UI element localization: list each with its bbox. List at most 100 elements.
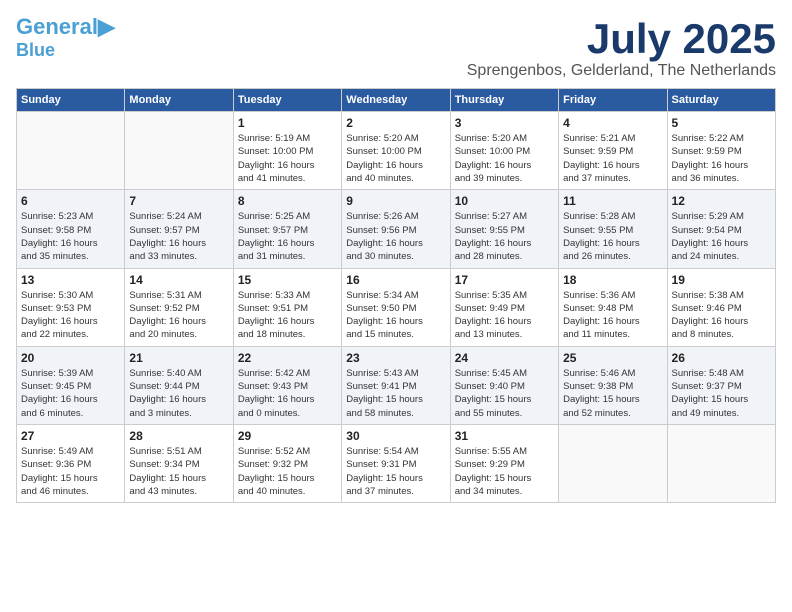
day-detail: Sunrise: 5:27 AM Sunset: 9:55 PM Dayligh… (455, 210, 554, 263)
day-number: 12 (672, 194, 771, 208)
calendar-table: SundayMondayTuesdayWednesdayThursdayFrid… (16, 88, 776, 503)
title-block: July 2025 Sprengenbos, Gelderland, The N… (467, 16, 776, 80)
day-number: 11 (563, 194, 662, 208)
day-detail: Sunrise: 5:38 AM Sunset: 9:46 PM Dayligh… (672, 289, 771, 342)
calendar-cell: 2 Sunrise: 5:20 AM Sunset: 10:00 PM Dayli… (342, 112, 450, 190)
calendar-cell: 15Sunrise: 5:33 AM Sunset: 9:51 PM Dayli… (233, 268, 341, 346)
day-number: 27 (21, 429, 120, 443)
logo-general: General (16, 14, 98, 39)
day-number: 1 (238, 116, 337, 130)
day-number: 6 (21, 194, 120, 208)
calendar-cell: 29 Sunrise: 5:52 AM Sunset: 9:32 PM Dayli… (233, 424, 341, 502)
column-header-friday: Friday (559, 89, 667, 112)
calendar-cell: 5Sunrise: 5:22 AM Sunset: 9:59 PM Daylig… (667, 112, 775, 190)
calendar-cell: 21 Sunrise: 5:40 AM Sunset: 9:44 PM Dayli… (125, 346, 233, 424)
day-detail: Sunrise: 5:23 AM Sunset: 9:58 PM Dayligh… (21, 210, 120, 263)
calendar-week-row: 20 Sunrise: 5:39 AM Sunset: 9:45 PM Dayli… (17, 346, 776, 424)
day-number: 30 (346, 429, 445, 443)
calendar-cell: 26 Sunrise: 5:48 AM Sunset: 9:37 PM Dayli… (667, 346, 775, 424)
month-title: July 2025 (467, 16, 776, 62)
day-number: 28 (129, 429, 228, 443)
logo: General▶ Blue (16, 16, 115, 60)
calendar-cell: 1 Sunrise: 5:19 AM Sunset: 10:00 PM Dayli… (233, 112, 341, 190)
column-header-tuesday: Tuesday (233, 89, 341, 112)
day-number: 31 (455, 429, 554, 443)
calendar-cell: 27 Sunrise: 5:49 AM Sunset: 9:36 PM Dayli… (17, 424, 125, 502)
day-detail: Sunrise: 5:49 AM Sunset: 9:36 PM Dayligh… (21, 445, 120, 498)
calendar-cell: 25Sunrise: 5:46 AM Sunset: 9:38 PM Dayli… (559, 346, 667, 424)
calendar-cell: 23 Sunrise: 5:43 AM Sunset: 9:41 PM Dayli… (342, 346, 450, 424)
day-detail: Sunrise: 5:29 AM Sunset: 9:54 PM Dayligh… (672, 210, 771, 263)
day-detail: Sunrise: 5:20 AM Sunset: 10:00 PM Daylig… (455, 132, 554, 185)
calendar-week-row: 6 Sunrise: 5:23 AM Sunset: 9:58 PM Daylig… (17, 190, 776, 268)
day-detail: Sunrise: 5:40 AM Sunset: 9:44 PM Dayligh… (129, 367, 228, 420)
day-detail: Sunrise: 5:39 AM Sunset: 9:45 PM Dayligh… (21, 367, 120, 420)
day-number: 16 (346, 273, 445, 287)
day-detail: Sunrise: 5:26 AM Sunset: 9:56 PM Dayligh… (346, 210, 445, 263)
calendar-cell: 6 Sunrise: 5:23 AM Sunset: 9:58 PM Daylig… (17, 190, 125, 268)
day-number: 23 (346, 351, 445, 365)
day-number: 10 (455, 194, 554, 208)
calendar-cell: 20 Sunrise: 5:39 AM Sunset: 9:45 PM Dayli… (17, 346, 125, 424)
day-detail: Sunrise: 5:28 AM Sunset: 9:55 PM Dayligh… (563, 210, 662, 263)
day-number: 13 (21, 273, 120, 287)
day-detail: Sunrise: 5:33 AM Sunset: 9:51 PM Dayligh… (238, 289, 337, 342)
day-detail: Sunrise: 5:34 AM Sunset: 9:50 PM Dayligh… (346, 289, 445, 342)
page-header: General▶ Blue July 2025 Sprengenbos, Gel… (16, 16, 776, 80)
day-detail: Sunrise: 5:19 AM Sunset: 10:00 PM Daylig… (238, 132, 337, 185)
day-detail: Sunrise: 5:54 AM Sunset: 9:31 PM Dayligh… (346, 445, 445, 498)
calendar-cell: 3 Sunrise: 5:20 AM Sunset: 10:00 PM Dayli… (450, 112, 558, 190)
day-detail: Sunrise: 5:30 AM Sunset: 9:53 PM Dayligh… (21, 289, 120, 342)
logo-text: General▶ Blue (16, 16, 115, 60)
day-number: 3 (455, 116, 554, 130)
day-number: 24 (455, 351, 554, 365)
day-detail: Sunrise: 5:20 AM Sunset: 10:00 PM Daylig… (346, 132, 445, 185)
day-detail: Sunrise: 5:24 AM Sunset: 9:57 PM Dayligh… (129, 210, 228, 263)
calendar-cell: 28Sunrise: 5:51 AM Sunset: 9:34 PM Dayli… (125, 424, 233, 502)
day-detail: Sunrise: 5:31 AM Sunset: 9:52 PM Dayligh… (129, 289, 228, 342)
day-detail: Sunrise: 5:52 AM Sunset: 9:32 PM Dayligh… (238, 445, 337, 498)
calendar-cell (17, 112, 125, 190)
day-number: 20 (21, 351, 120, 365)
day-number: 26 (672, 351, 771, 365)
calendar-cell: 9Sunrise: 5:26 AM Sunset: 9:56 PM Daylig… (342, 190, 450, 268)
calendar-header-row: SundayMondayTuesdayWednesdayThursdayFrid… (17, 89, 776, 112)
day-number: 8 (238, 194, 337, 208)
calendar-week-row: 27 Sunrise: 5:49 AM Sunset: 9:36 PM Dayli… (17, 424, 776, 502)
calendar-cell: 10 Sunrise: 5:27 AM Sunset: 9:55 PM Dayli… (450, 190, 558, 268)
day-number: 2 (346, 116, 445, 130)
calendar-cell: 7 Sunrise: 5:24 AM Sunset: 9:57 PM Daylig… (125, 190, 233, 268)
calendar-week-row: 13 Sunrise: 5:30 AM Sunset: 9:53 PM Dayli… (17, 268, 776, 346)
calendar-cell: 12 Sunrise: 5:29 AM Sunset: 9:54 PM Dayli… (667, 190, 775, 268)
calendar-cell: 8 Sunrise: 5:25 AM Sunset: 9:57 PM Daylig… (233, 190, 341, 268)
day-detail: Sunrise: 5:36 AM Sunset: 9:48 PM Dayligh… (563, 289, 662, 342)
column-header-thursday: Thursday (450, 89, 558, 112)
calendar-cell: 17Sunrise: 5:35 AM Sunset: 9:49 PM Dayli… (450, 268, 558, 346)
day-number: 29 (238, 429, 337, 443)
calendar-cell: 24Sunrise: 5:45 AM Sunset: 9:40 PM Dayli… (450, 346, 558, 424)
day-number: 22 (238, 351, 337, 365)
calendar-cell: 19 Sunrise: 5:38 AM Sunset: 9:46 PM Dayli… (667, 268, 775, 346)
day-number: 18 (563, 273, 662, 287)
logo-blue-icon: ▶ (98, 14, 115, 39)
day-number: 21 (129, 351, 228, 365)
day-number: 5 (672, 116, 771, 130)
column-header-wednesday: Wednesday (342, 89, 450, 112)
calendar-cell: 30 Sunrise: 5:54 AM Sunset: 9:31 PM Dayli… (342, 424, 450, 502)
day-number: 19 (672, 273, 771, 287)
calendar-cell: 22 Sunrise: 5:42 AM Sunset: 9:43 PM Dayli… (233, 346, 341, 424)
calendar-cell (559, 424, 667, 502)
calendar-cell: 11 Sunrise: 5:28 AM Sunset: 9:55 PM Dayli… (559, 190, 667, 268)
day-detail: Sunrise: 5:43 AM Sunset: 9:41 PM Dayligh… (346, 367, 445, 420)
day-detail: Sunrise: 5:42 AM Sunset: 9:43 PM Dayligh… (238, 367, 337, 420)
day-detail: Sunrise: 5:25 AM Sunset: 9:57 PM Dayligh… (238, 210, 337, 263)
calendar-cell: 31Sunrise: 5:55 AM Sunset: 9:29 PM Dayli… (450, 424, 558, 502)
calendar-cell: 13 Sunrise: 5:30 AM Sunset: 9:53 PM Dayli… (17, 268, 125, 346)
column-header-sunday: Sunday (17, 89, 125, 112)
day-detail: Sunrise: 5:48 AM Sunset: 9:37 PM Dayligh… (672, 367, 771, 420)
calendar-cell: 16 Sunrise: 5:34 AM Sunset: 9:50 PM Dayli… (342, 268, 450, 346)
day-detail: Sunrise: 5:21 AM Sunset: 9:59 PM Dayligh… (563, 132, 662, 185)
calendar-cell (125, 112, 233, 190)
location-title: Sprengenbos, Gelderland, The Netherlands (467, 62, 776, 80)
day-number: 7 (129, 194, 228, 208)
